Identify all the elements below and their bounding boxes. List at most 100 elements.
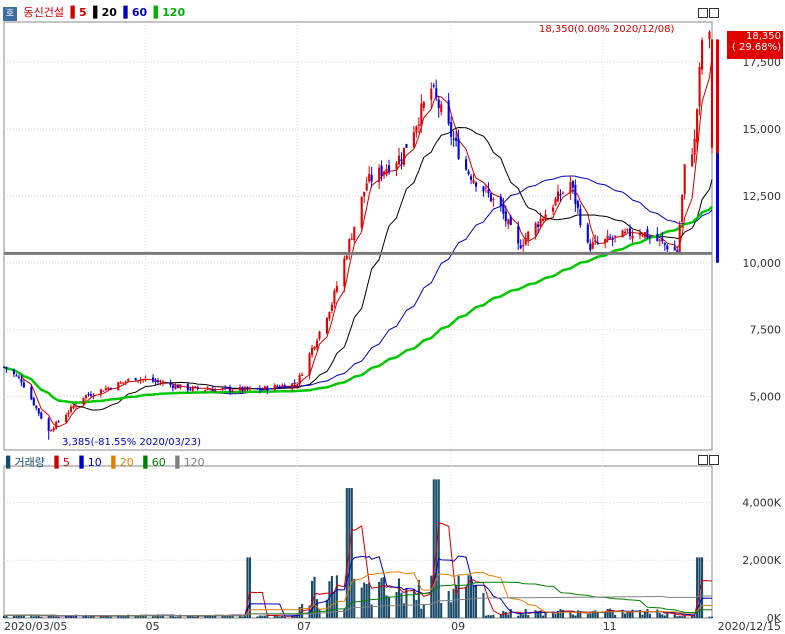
candle-body [474,182,478,187]
volume-bar [256,616,259,618]
volume-bar [710,616,714,618]
candle-body [318,331,321,339]
candle-body [522,244,525,247]
candle-body [417,124,420,126]
candle-body [363,191,366,197]
candle-body [571,181,574,188]
candle-body [161,382,165,384]
ma5-legend: ▌5 [70,6,87,19]
candle-body [204,389,207,391]
volume-bar [276,616,279,618]
candle-body [243,386,247,391]
volume-bar [527,614,530,618]
candle-body [30,387,33,400]
volume-bar [544,612,547,618]
candle-body [345,255,348,259]
candle-body [231,390,234,392]
candle-body [214,388,217,392]
volume-bar [186,616,189,618]
volume-bar [708,616,711,618]
candle-body [430,88,433,100]
volume-bar [89,616,92,618]
candle-body [489,193,492,202]
candle-body [281,385,284,388]
candle-body [368,174,371,182]
volume-bar [360,587,363,618]
volume-bar [353,578,356,618]
candle-body [604,238,607,243]
candle-body [395,163,398,170]
price-panel-maximize-button[interactable] [698,8,708,18]
volume-bar [395,591,398,618]
candle-body [435,88,438,98]
volume-bar [176,616,179,618]
last-price-change: ( 29.68%) [731,42,781,53]
candle-body [226,387,229,389]
candle-body [84,395,88,398]
volume-bar [648,613,651,618]
candle-body [400,159,403,162]
candle-body [308,353,311,376]
candle-body [211,388,214,392]
candle-body [256,388,259,390]
candle-body [273,385,276,391]
candle-body [72,406,75,409]
hanja-icon[interactable]: 호 [3,7,17,21]
stock-chart: 17,50015,00012,50010,0007,5005,0004,000K… [2,21,782,633]
candle-body [261,389,264,391]
candle-body [626,229,629,231]
candle-body [492,198,495,201]
candle-body [631,235,634,239]
volume-bar [261,615,264,618]
volume-bar [571,614,574,618]
candle-body [469,176,473,180]
vol-ma60-legend: ▌60 [143,456,166,469]
ma20-legend: ▌20 [93,6,117,19]
candle-body [365,183,368,191]
candle-body [353,226,356,241]
candle-body [248,387,251,389]
volume-bar [542,615,545,618]
candle-body [405,143,408,148]
volume-panel-maximize-button[interactable] [698,455,708,465]
candle-body [596,242,599,244]
candle-body [524,237,527,245]
candle-body [696,109,699,143]
candle-body [206,389,209,391]
candle-body [152,377,155,382]
volume-bar [681,616,684,618]
candle-body [708,31,711,40]
volume-bar [55,616,58,618]
candle-body [134,377,137,381]
volume-bar [72,616,75,618]
volume-bar [574,615,577,618]
candle-body [22,382,25,388]
candle-body [638,233,641,236]
candle-body [92,395,95,397]
volume-bar [452,588,455,618]
volume-bar [524,609,527,618]
candle-body [40,412,43,419]
price-panel-close-button[interactable] [709,8,719,18]
candle-body [698,66,701,107]
volume-bar [440,602,443,618]
candle-body [276,386,279,388]
volume-bar [554,613,557,618]
volume-panel-close-button[interactable] [709,455,719,465]
candle-body [591,242,594,249]
volume-bar [420,608,423,618]
price-axis-tick-label: 15,000 [743,123,782,136]
candle-body [681,194,684,222]
volume-bar [594,610,597,618]
candle-body [465,159,468,170]
volume-bar [507,614,510,618]
candle-body [554,198,557,205]
candle-body [176,384,179,389]
candle-body [221,387,224,389]
volume-axis-tick-label: 4,000K [742,496,781,509]
volume-bar [437,479,440,618]
candle-body [648,236,651,238]
candle-body [606,235,609,240]
candle-body [154,380,157,382]
candle-body [437,99,440,108]
